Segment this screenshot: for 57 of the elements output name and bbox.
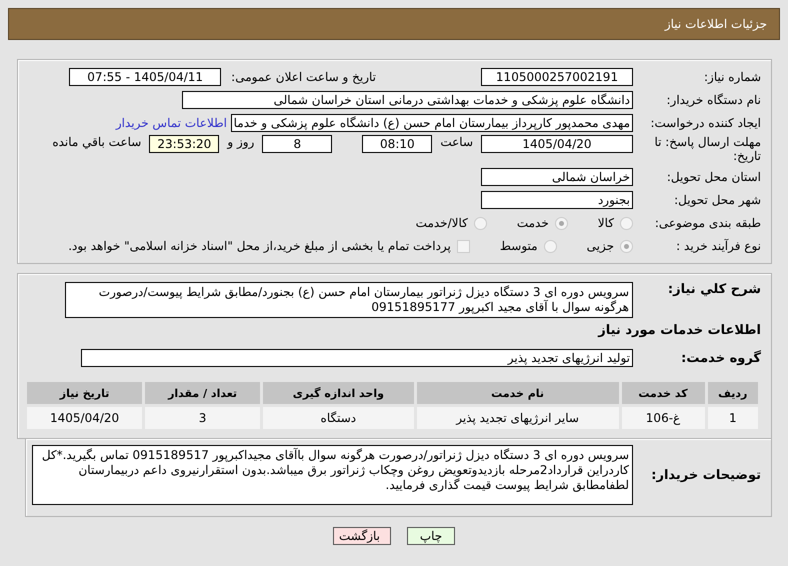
column-header: واحد اندازه گیری	[262, 382, 414, 404]
back-button[interactable]: بازگشت	[333, 527, 391, 545]
field-label: ایجاد کننده درخواست:	[649, 116, 761, 130]
table-cell: 3	[145, 407, 260, 429]
deadline-time-field: 08:10	[362, 135, 432, 153]
field-label: گروه خدمت:	[680, 350, 761, 366]
province-field: خراسان شمالی	[481, 168, 633, 186]
radio-button[interactable]	[620, 240, 633, 252]
table-cell: دستگاه	[262, 407, 414, 429]
column-header: تاریخ نیاز	[27, 382, 142, 404]
creator-field: مهدی محمدپور کارپرداز بیمارستان امام حسن (ع) دانشگاه علوم پزشکی و خدما	[231, 114, 633, 132]
option-label: کالا	[598, 216, 614, 230]
radio-button[interactable]	[474, 216, 487, 230]
column-header: کد خدمت	[622, 382, 705, 404]
remaining-time-field: 23:53:20	[149, 135, 220, 153]
table-cell: سایر انرژیهای تجدید پذیر	[416, 407, 618, 429]
print-button[interactable]: چاپ	[407, 527, 455, 545]
column-header: نام خدمت	[416, 382, 618, 404]
field-label: طبقه بندی موضوعی:	[654, 216, 761, 230]
buyer-field: دانشگاه علوم پزشکی و خدمات بهداشتی درمانی استان خراسان شمالی	[182, 91, 633, 109]
need-number-field: 1105000257002191	[481, 68, 633, 86]
table-cell: 1405/04/20	[27, 407, 142, 429]
page-title: جزئیات اطلاعات نیاز	[664, 17, 767, 31]
option-label: خدمت	[516, 216, 549, 230]
city-field: بجنورد	[481, 191, 633, 209]
option-label: کالا/خدمت	[416, 216, 468, 230]
service-group-field: تولید انرژیهای تجدید پذیر	[81, 349, 633, 367]
field-label: توضیحات خریدار:	[650, 468, 761, 482]
field-label: ساعت باقي مانده	[52, 135, 142, 149]
option-label: متوسط	[500, 239, 538, 253]
field-label: تاریخ و ساعت اعلان عمومی:	[231, 70, 376, 84]
radio-button[interactable]	[544, 240, 557, 252]
field-label: مهلت ارسال پاسخ: تا تاریخ:	[653, 135, 761, 163]
table-cell: غ-106	[622, 407, 705, 429]
field-label: شهر محل تحویل:	[673, 193, 761, 207]
days-field: 8	[262, 135, 332, 153]
radio-button[interactable]	[554, 216, 568, 230]
field-label: نوع فرآیند خرید :	[675, 239, 761, 253]
table-cell: 1	[708, 407, 758, 429]
checkbox[interactable]	[456, 240, 470, 252]
field-label: استان محل تحویل:	[666, 170, 761, 184]
column-header: تعداد / مقدار	[145, 382, 260, 404]
option-label: جزیی	[586, 239, 614, 253]
deadline-date-field: 1405/04/20	[481, 135, 633, 153]
option-label: پرداخت تمام یا بخشی از مبلغ خرید،از محل "اسناد خزانه اسلامی" خواهد بود.	[68, 239, 451, 253]
field-label: شرح کلي نیاز:	[666, 282, 761, 297]
field-label: نام دستگاه خریدار:	[666, 93, 761, 107]
summary-text-area: سرویس دوره ای 3 دستگاه دیزل ژنراتور بیمارستان امام حسن (ع) بجنورد/مطابق شرایط پیوست/درصورت هرگونه سوال با آقای مجید اکبرپور 09151895177	[65, 282, 633, 318]
buyer-contact-link[interactable]: اطلاعات تماس خریدار	[116, 116, 227, 130]
radio-button[interactable]	[620, 216, 633, 230]
announce-date-field: 1405/04/11 - 07:55	[69, 68, 222, 86]
field-label: ساعت	[440, 135, 473, 149]
column-header: ردیف	[708, 382, 758, 404]
section-title: اطلاعات خدمات مورد نیاز	[598, 322, 761, 338]
field-label: شماره نیاز:	[703, 70, 761, 84]
notes-text-area: سرویس دوره ای 3 دستگاه دیزل ژنراتور/درصورت هرگونه سوال باآقای مجیداکبرپور 0915189517 تماس بگیرید.*کل کاردراین قرارداد2مرحله بازدیدوتعویض روغن وچکاب ژنراتور برق میباشد.بدون استقرارنیروی داعم دربیمارستان لطفامطابق شرایط پیوست قیمت گذاری فرمایید.	[32, 445, 633, 505]
field-label: روز و	[227, 135, 254, 149]
